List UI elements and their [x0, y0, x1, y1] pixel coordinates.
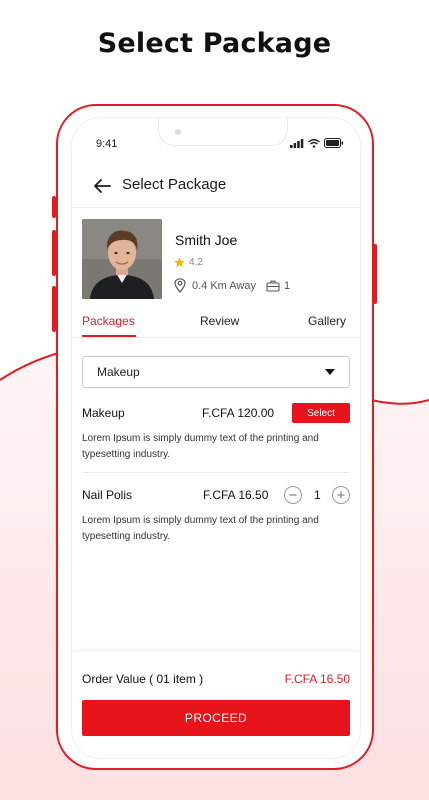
app-bar-divider — [72, 207, 360, 208]
order-footer: Order Value ( 01 item ) F.CFA 16.50 PROC… — [72, 652, 360, 758]
signal-icon — [290, 138, 304, 148]
star-icon — [174, 257, 185, 268]
package-divider — [82, 472, 350, 473]
package-price: F.CFA 120.00 — [202, 406, 275, 420]
package-name: Nail Polis — [82, 488, 133, 502]
app-bar: Select Package — [72, 166, 360, 206]
location-pin-icon — [174, 278, 186, 293]
increase-quantity-button[interactable] — [332, 486, 350, 504]
status-time: 9:41 — [96, 138, 118, 150]
proceed-button[interactable]: PROCEED — [82, 700, 350, 736]
profile-rating: 4.2 — [174, 257, 203, 268]
briefcase-icon — [266, 280, 280, 292]
avatar — [82, 219, 162, 299]
tab-review[interactable]: Review — [200, 314, 239, 328]
package-description: Lorem Ipsum is simply dummy text of the … — [82, 433, 319, 460]
decrease-quantity-button[interactable] — [284, 486, 302, 504]
distance-text: 0.4 Km Away — [192, 279, 256, 292]
select-button[interactable]: Select — [292, 403, 350, 423]
tab-gallery[interactable]: Gallery — [308, 314, 346, 328]
profile-photo — [82, 219, 162, 299]
profile-name: Smith Joe — [175, 232, 238, 248]
package-description: Lorem Ipsum is simply dummy text of the … — [82, 515, 319, 542]
minus-icon — [289, 494, 297, 496]
order-value-label: Order Value ( 01 item ) — [82, 672, 204, 686]
profile-meta: 0.4 Km Away 1 — [174, 278, 290, 293]
page-headline: Select Package — [97, 28, 332, 59]
phone-screen: 9:41 Select Package Smith Joe 4.2 0.4 Km… — [72, 118, 360, 758]
rating-value: 4.2 — [189, 257, 203, 268]
phone-frame: 9:41 Select Package Smith Joe 4.2 0.4 Km… — [56, 104, 374, 770]
count-text: 1 — [284, 279, 291, 292]
tabs-divider — [72, 337, 360, 338]
caret-down-icon — [325, 369, 335, 375]
package-category-dropdown[interactable]: Makeup — [82, 356, 350, 388]
arrow-left-icon[interactable] — [92, 176, 112, 196]
tab-packages[interactable]: Packages — [82, 314, 135, 328]
package-name: Makeup — [82, 406, 125, 420]
wifi-icon — [308, 138, 320, 148]
order-value-amount: F.CFA 16.50 — [284, 672, 350, 686]
battery-icon — [324, 138, 344, 148]
dropdown-selected-value: Makeup — [97, 365, 140, 379]
app-bar-title: Select Package — [122, 176, 227, 193]
package-price: F.CFA 16.50 — [203, 488, 269, 502]
plus-icon — [337, 491, 345, 499]
status-icons — [290, 138, 344, 148]
camera-dot — [175, 129, 181, 135]
quantity-value: 1 — [314, 488, 321, 502]
